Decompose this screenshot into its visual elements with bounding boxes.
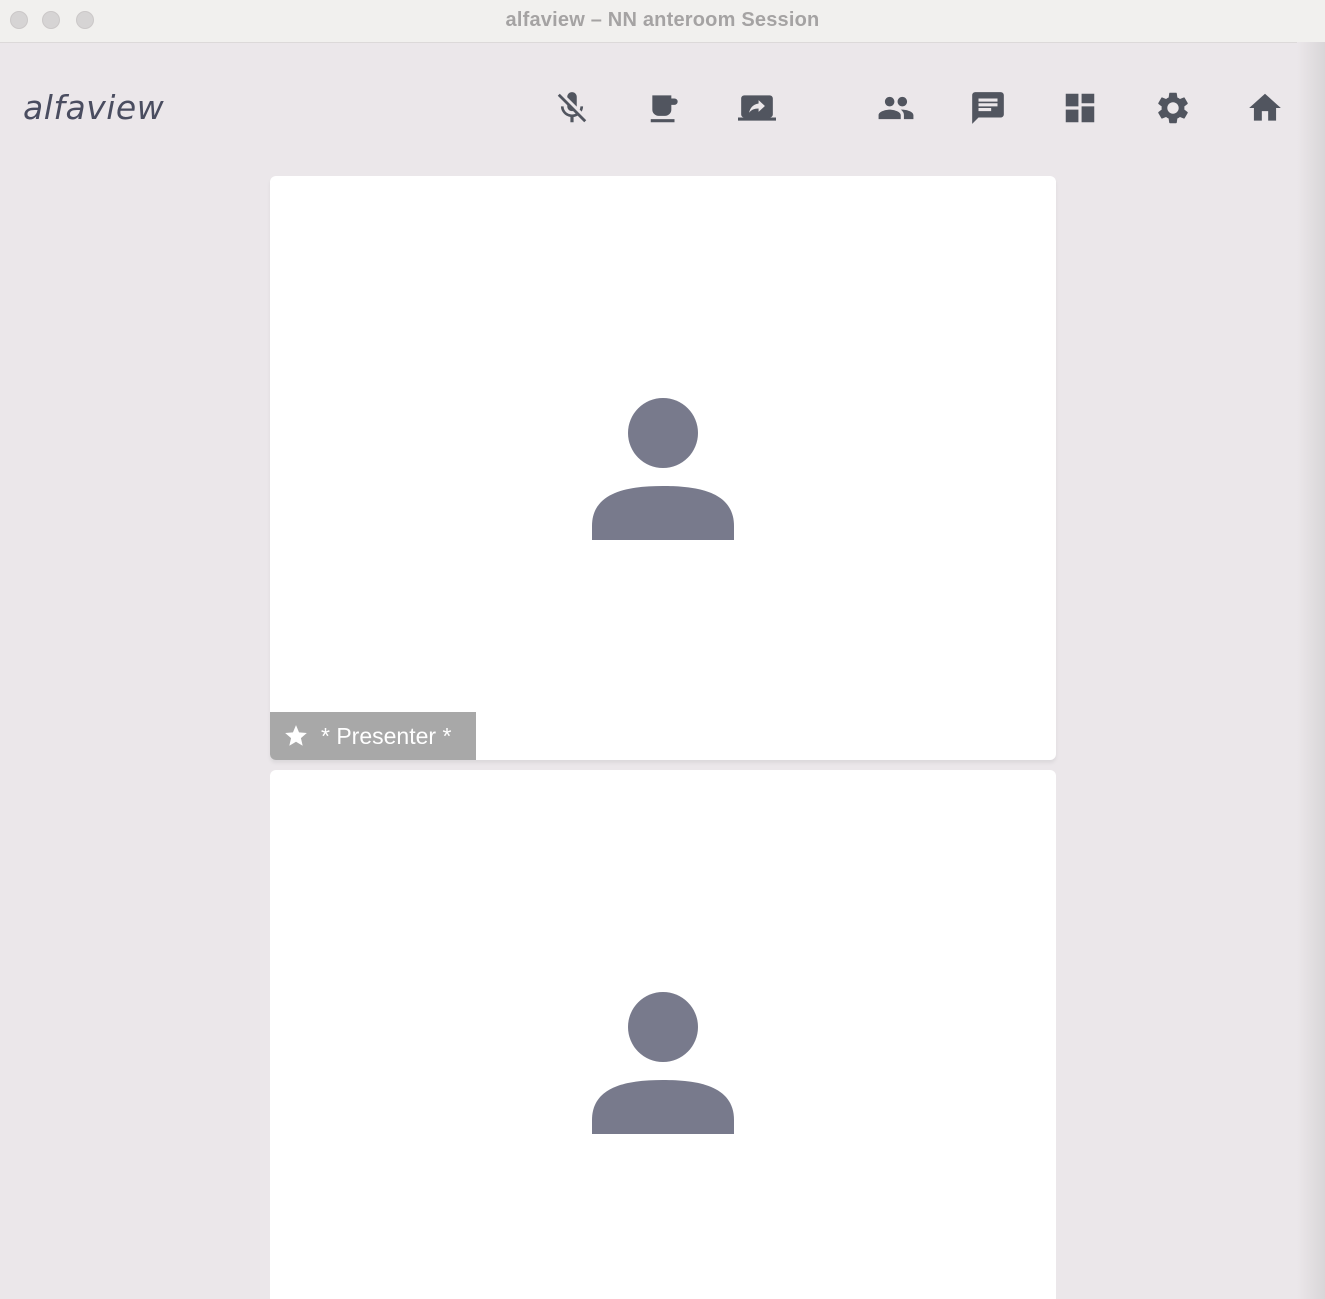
people-icon	[877, 89, 915, 132]
presenter-badge: * Presenter *	[270, 712, 476, 760]
gear-icon	[1154, 89, 1192, 132]
break-button[interactable]	[643, 88, 687, 132]
grid-icon	[1061, 89, 1099, 132]
chat-button[interactable]	[966, 88, 1010, 132]
layout-button[interactable]	[1058, 88, 1102, 132]
settings-button[interactable]	[1151, 88, 1195, 132]
person-icon	[590, 396, 736, 542]
chat-icon	[969, 89, 1007, 132]
mic-toggle-button[interactable]	[550, 88, 594, 132]
screen-share-button[interactable]	[735, 88, 779, 132]
app-window: alfaview – NN anteroom Session alfaview	[0, 0, 1325, 1299]
coffee-icon	[646, 89, 684, 132]
window-edge-shadow	[1297, 42, 1325, 1299]
window-title: alfaview – NN anteroom Session	[505, 9, 820, 31]
home-button[interactable]	[1243, 88, 1287, 132]
presenter-label: * Presenter *	[321, 722, 452, 749]
home-icon	[1246, 89, 1284, 132]
mic-off-icon	[553, 89, 591, 132]
title-bar: alfaview – NN anteroom Session	[0, 0, 1325, 43]
screen-share-icon	[738, 89, 776, 132]
person-icon	[590, 990, 736, 1136]
app-logo: alfaview	[23, 88, 165, 127]
video-tile[interactable]	[270, 770, 1056, 1299]
star-icon	[283, 723, 309, 749]
participants-button[interactable]	[874, 88, 918, 132]
video-tile[interactable]: * Presenter *	[270, 176, 1056, 760]
